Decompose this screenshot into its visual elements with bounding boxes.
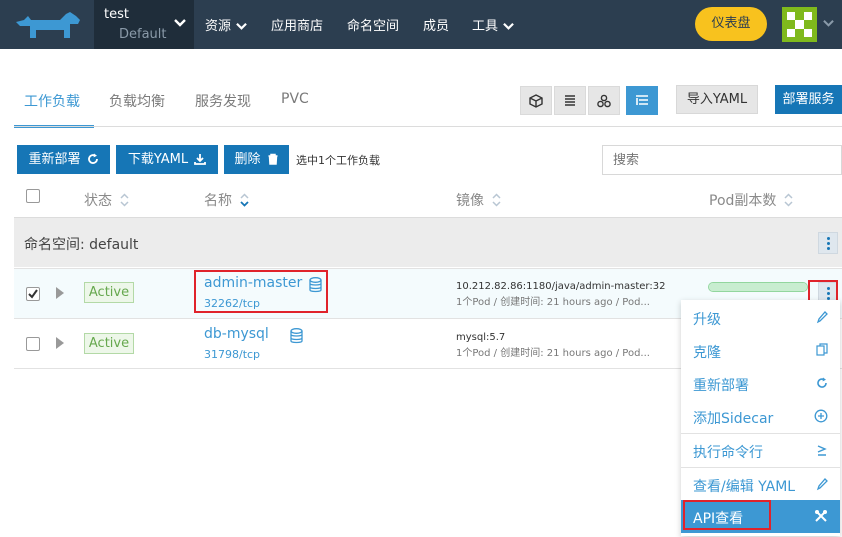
refresh-icon	[87, 153, 98, 164]
top-bar: test Default 资源 应用商店 命名空间 成员 工具 仪表盘	[0, 0, 842, 49]
column-header-name[interactable]: 名称	[204, 190, 249, 210]
rancher-logo-icon[interactable]	[14, 10, 82, 40]
divider	[14, 126, 842, 127]
highlight-box	[808, 280, 838, 302]
sort-icon	[492, 193, 501, 207]
column-header-status[interactable]: 状态	[84, 190, 129, 210]
row-checkbox[interactable]	[26, 337, 40, 351]
view-nodes-button[interactable]	[588, 86, 620, 115]
download-icon	[194, 154, 207, 165]
nav-app-store[interactable]: 应用商店	[271, 15, 323, 34]
nav-resources[interactable]: 资源	[205, 15, 248, 34]
terminal-icon	[817, 445, 827, 456]
workload-meta: 1个Pod / 创建时间: 21 hours ago / Pod...	[456, 297, 650, 308]
dashboard-button[interactable]: 仪表盘	[695, 7, 767, 41]
status-badge: Active	[84, 333, 134, 354]
trash-icon	[268, 153, 277, 165]
namespace-name: Default	[119, 27, 167, 42]
database-icon	[290, 328, 303, 344]
sort-down-icon	[240, 193, 249, 207]
sort-icon	[784, 193, 793, 207]
import-yaml-button[interactable]: 导入YAML	[676, 85, 758, 114]
tree-list-icon	[636, 95, 648, 105]
column-header-image[interactable]: 镜像	[456, 190, 501, 210]
sort-icon	[120, 193, 129, 207]
column-header-pod-replicas[interactable]: Pod副本数	[709, 190, 793, 210]
nav-tools[interactable]: 工具	[472, 15, 515, 34]
status-badge: Active	[84, 282, 134, 303]
search-input[interactable]	[602, 145, 842, 175]
menu-item-execute-shell[interactable]: 执行命令行	[681, 434, 840, 467]
checkmark-icon	[28, 289, 38, 299]
image-name: 10.212.82.86:1180/java/admin-master:32	[456, 281, 666, 292]
workload-name-link[interactable]: db-mysql	[204, 326, 269, 342]
tab-service-discovery[interactable]: 服务发现	[195, 91, 251, 111]
workload-meta: 1个Pod / 创建时间: 21 hours ago / Pod...	[456, 348, 650, 359]
tab-pvc[interactable]: PVC	[281, 91, 309, 107]
nav-namespaces[interactable]: 命名空间	[347, 15, 399, 34]
tab-workloads[interactable]: 工作负载	[24, 91, 80, 111]
download-yaml-button[interactable]: 下载YAML	[116, 145, 218, 174]
delete-button[interactable]: 删除	[224, 145, 289, 174]
view-tree-list-button[interactable]	[626, 86, 658, 115]
chevron-down-icon	[174, 19, 186, 27]
deploy-service-button[interactable]: 部署服务	[775, 85, 842, 114]
clone-icon	[816, 343, 828, 356]
cube-icon	[529, 94, 543, 108]
refresh-icon	[817, 377, 827, 388]
select-all-checkbox[interactable]	[26, 189, 40, 203]
namespace-actions-button[interactable]	[818, 232, 838, 254]
plus-circle-icon	[814, 409, 828, 423]
redeploy-button[interactable]: 重新部署	[17, 145, 110, 174]
expand-row-icon[interactable]	[56, 287, 64, 299]
chevron-down-icon	[503, 22, 514, 30]
menu-item-redeploy[interactable]: 重新部署	[681, 367, 840, 400]
view-list-button[interactable]	[554, 86, 586, 115]
expand-row-icon[interactable]	[56, 337, 64, 349]
menu-item-add-sidecar[interactable]: 添加Sidecar	[681, 400, 840, 433]
port-link[interactable]: 31798/tcp	[204, 348, 260, 361]
menu-item-upgrade[interactable]: 升级	[681, 301, 840, 334]
menu-item-view-edit-yaml[interactable]: 查看/编辑 YAML	[681, 468, 840, 501]
pencil-icon	[816, 478, 828, 491]
menu-item-clone[interactable]: 克隆	[681, 334, 840, 367]
list-icon	[565, 95, 575, 106]
chevron-down-icon	[236, 22, 247, 30]
view-cube-button[interactable]	[520, 86, 552, 115]
tab-load-balancing[interactable]: 负载均衡	[109, 91, 165, 111]
namespace-group-row: 命名空间: default	[14, 217, 842, 267]
nav-members[interactable]: 成员	[423, 15, 449, 34]
pod-progress-bar	[708, 282, 808, 292]
highlight-box	[194, 270, 328, 313]
nodes-icon	[597, 94, 611, 108]
highlight-box	[683, 500, 771, 530]
selection-count: 选中1个工作负载	[296, 154, 380, 167]
project-name: test	[104, 7, 129, 22]
tools-icon	[815, 510, 827, 522]
row-checkbox[interactable]	[26, 287, 40, 301]
project-switcher[interactable]: test Default	[94, 0, 194, 49]
image-name: mysql:5.7	[456, 332, 506, 343]
chevron-down-icon[interactable]	[822, 18, 835, 29]
avatar[interactable]	[782, 7, 817, 42]
namespace-label: 命名空间: default	[24, 237, 139, 253]
pencil-icon	[816, 311, 828, 324]
